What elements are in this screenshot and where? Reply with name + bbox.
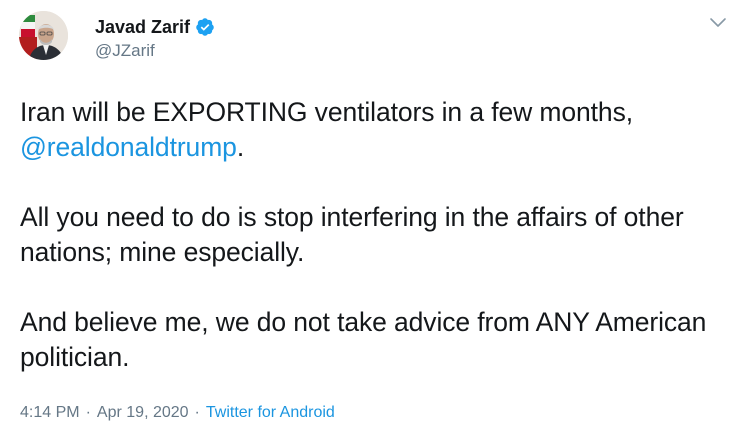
mention-link[interactable]: @realdonaldtrump xyxy=(20,132,237,162)
meta-separator: · xyxy=(194,404,200,421)
tweet-date[interactable]: Apr 19, 2020 xyxy=(97,404,189,422)
tweet-text: Iran will be EXPORTING ventilators in a … xyxy=(20,95,730,375)
verified-badge-icon xyxy=(196,18,214,36)
avatar[interactable] xyxy=(19,11,68,60)
meta-separator: · xyxy=(85,404,91,421)
tweet-card: Javad Zarif @JZarif Iran will be EXPORTI… xyxy=(0,0,746,443)
tweet-paragraph-3: And believe me, we do not take advice fr… xyxy=(20,307,707,372)
tweet-metadata: 4:14 PM · Apr 19, 2020 · Twitter for And… xyxy=(20,404,335,422)
name-row: Javad Zarif xyxy=(95,15,215,39)
tweet-time[interactable]: 4:14 PM xyxy=(20,404,80,422)
tweet-menu-button[interactable] xyxy=(708,15,728,31)
chevron-down-icon xyxy=(710,18,726,27)
user-handle[interactable]: @JZarif xyxy=(95,41,215,61)
tweet-source-link[interactable]: Twitter for Android xyxy=(206,404,335,422)
display-name[interactable]: Javad Zarif xyxy=(95,17,190,38)
tweet-paragraph-1: Iran will be EXPORTING ventilators in a … xyxy=(20,95,730,165)
avatar-image xyxy=(19,11,68,60)
tweet-text-line: Iran will be EXPORTING ventilators in a … xyxy=(20,97,633,127)
mention-suffix: . xyxy=(236,132,245,162)
tweet-paragraph-2: All you need to do is stop interfering i… xyxy=(20,202,684,267)
author-block: Javad Zarif @JZarif xyxy=(95,15,215,61)
